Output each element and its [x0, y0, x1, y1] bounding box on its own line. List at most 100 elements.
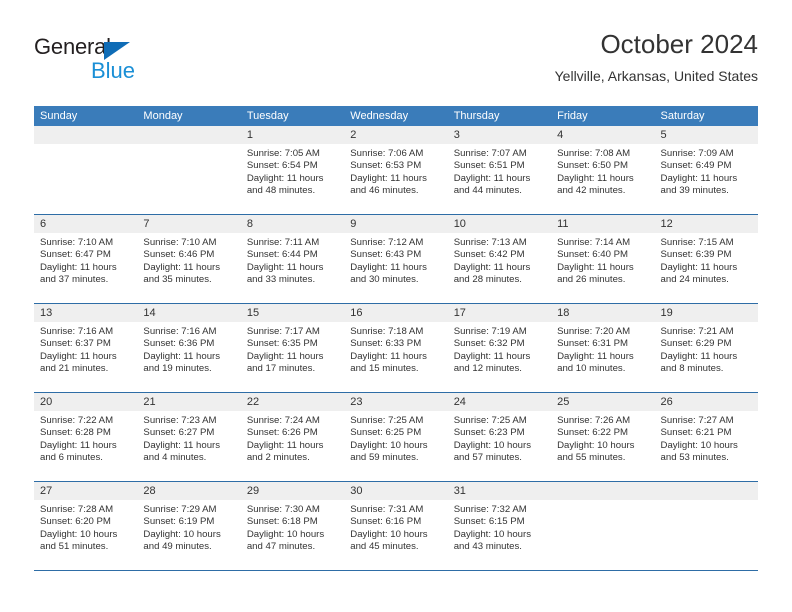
- daylight-text: and 33 minutes.: [246, 274, 316, 286]
- calendar-week-row: 13 14 15 16 17 18 19 Sunrise: 7:16 AM Sunset: 6:…: [34, 303, 758, 392]
- daylight-text: Daylight: 10 hours: [453, 528, 532, 540]
- day-cell[interactable]: Sunrise: 7:28 AM Sunset: 6:20 PM Daylight:…: [34, 500, 137, 570]
- day-cell[interactable]: Sunrise: 7:16 AM Sunset: 6:37 PM Daylight:…: [34, 322, 137, 392]
- sunset-text: Sunset: 6:43 PM: [350, 249, 422, 261]
- day-cell[interactable]: Sunrise: 7:07 AM Sunset: 6:51 PM Daylight:…: [448, 144, 551, 214]
- day-number[interactable]: 2: [344, 126, 447, 144]
- day-cell[interactable]: Sunrise: 7:25 AM Sunset: 6:25 PM Daylight:…: [344, 411, 447, 481]
- day-number[interactable]: 16: [344, 304, 447, 322]
- day-number[interactable]: 17: [448, 304, 551, 322]
- day-cell[interactable]: Sunrise: 7:29 AM Sunset: 6:19 PM Daylight:…: [137, 500, 240, 570]
- day-number[interactable]: 1: [241, 126, 344, 144]
- day-number[interactable]: 25: [551, 393, 654, 411]
- day-cell[interactable]: Sunrise: 7:30 AM Sunset: 6:18 PM Daylight:…: [241, 500, 344, 570]
- day-cell[interactable]: Sunrise: 7:24 AM Sunset: 6:26 PM Daylight:…: [241, 411, 344, 481]
- day-cell[interactable]: Sunrise: 7:18 AM Sunset: 6:33 PM Daylight:…: [344, 322, 447, 392]
- weekday-header-sunday: Sunday: [40, 110, 78, 122]
- sunrise-text: Sunrise: 7:29 AM: [143, 504, 217, 515]
- day-number[interactable]: 22: [241, 393, 344, 411]
- day-cell[interactable]: Sunrise: 7:27 AM Sunset: 6:21 PM Daylight:…: [655, 411, 758, 481]
- day-number[interactable]: 3: [448, 126, 551, 144]
- sunset-text: Sunset: 6:26 PM: [246, 427, 318, 439]
- daylight-text: Daylight: 11 hours: [660, 172, 738, 184]
- day-cell[interactable]: Sunrise: 7:31 AM Sunset: 6:16 PM Daylight:…: [344, 500, 447, 570]
- day-number[interactable]: 15: [241, 304, 344, 322]
- weekday-header-row: Sunday Monday Tuesday Wednesday Thursday Frid…: [34, 106, 758, 126]
- day-cell[interactable]: Sunrise: 7:08 AM Sunset: 6:50 PM Daylight:…: [551, 144, 654, 214]
- day-cell[interactable]: Sunrise: 7:06 AM Sunset: 6:53 PM Daylight:…: [344, 144, 447, 214]
- day-number[interactable]: 20: [34, 393, 137, 411]
- day-cell-empty: [34, 144, 137, 214]
- daylight-text: and 24 minutes.: [660, 274, 729, 286]
- general-blue-logo[interactable]: General Blue: [34, 34, 214, 90]
- day-number[interactable]: 29: [241, 482, 344, 500]
- day-number[interactable]: 26: [655, 393, 758, 411]
- calendar-week-row: 1 2 3 4 5 Sunrise: 7:05 AM Sunset: 6:54 PM Dayl…: [34, 126, 758, 214]
- day-number[interactable]: 9: [344, 215, 447, 233]
- day-number[interactable]: 18: [551, 304, 654, 322]
- day-cell[interactable]: Sunrise: 7:09 AM Sunset: 6:49 PM Daylight:…: [655, 144, 758, 214]
- sunrise-text: Sunrise: 7:30 AM: [246, 504, 320, 515]
- day-cell[interactable]: Sunrise: 7:17 AM Sunset: 6:35 PM Daylight:…: [241, 322, 344, 392]
- day-number[interactable]: 28: [137, 482, 240, 500]
- day-cell[interactable]: Sunrise: 7:14 AM Sunset: 6:40 PM Daylight:…: [551, 233, 654, 303]
- daylight-text: Daylight: 10 hours: [660, 439, 738, 451]
- day-number[interactable]: 10: [448, 215, 551, 233]
- page-title: October 2024: [600, 29, 758, 59]
- day-number[interactable]: 5: [655, 126, 758, 144]
- daylight-text: and 59 minutes.: [350, 452, 419, 464]
- day-number[interactable]: 14: [137, 304, 240, 322]
- sunset-text: Sunset: 6:32 PM: [453, 338, 525, 350]
- day-cell[interactable]: Sunrise: 7:15 AM Sunset: 6:39 PM Daylight:…: [655, 233, 758, 303]
- day-number[interactable]: 11: [551, 215, 654, 233]
- day-number[interactable]: 8: [241, 215, 344, 233]
- day-cell[interactable]: Sunrise: 7:16 AM Sunset: 6:36 PM Daylight:…: [137, 322, 240, 392]
- day-cell[interactable]: Sunrise: 7:25 AM Sunset: 6:23 PM Daylight:…: [448, 411, 551, 481]
- weekday-header-monday: Monday: [143, 110, 183, 122]
- day-cell[interactable]: Sunrise: 7:23 AM Sunset: 6:27 PM Daylight:…: [137, 411, 240, 481]
- sunset-text: Sunset: 6:19 PM: [143, 516, 215, 528]
- day-cell[interactable]: Sunrise: 7:10 AM Sunset: 6:47 PM Daylight:…: [34, 233, 137, 303]
- day-cell[interactable]: Sunrise: 7:11 AM Sunset: 6:44 PM Daylight:…: [241, 233, 344, 303]
- week-daynumber-band: 20 21 22 23 24 25 26: [34, 393, 758, 411]
- day-number[interactable]: 12: [655, 215, 758, 233]
- sunrise-text: Sunrise: 7:26 AM: [557, 415, 631, 426]
- sunset-text: Sunset: 6:37 PM: [40, 338, 111, 350]
- daylight-text: Daylight: 11 hours: [350, 172, 427, 184]
- daylight-text: and 4 minutes.: [143, 452, 207, 464]
- day-number[interactable]: 13: [34, 304, 137, 322]
- day-number[interactable]: 4: [551, 126, 654, 144]
- daylight-text: and 46 minutes.: [350, 185, 419, 197]
- daylight-text: and 49 minutes.: [143, 541, 212, 553]
- sunrise-text: Sunrise: 7:12 AM: [350, 237, 424, 248]
- sunset-text: Sunset: 6:47 PM: [40, 249, 111, 261]
- week-daynumber-band: 13 14 15 16 17 18 19: [34, 304, 758, 322]
- day-cell[interactable]: Sunrise: 7:21 AM Sunset: 6:29 PM Daylight:…: [655, 322, 758, 392]
- day-number[interactable]: 19: [655, 304, 758, 322]
- day-cell[interactable]: Sunrise: 7:12 AM Sunset: 6:43 PM Daylight:…: [344, 233, 447, 303]
- day-cell[interactable]: Sunrise: 7:20 AM Sunset: 6:31 PM Daylight:…: [551, 322, 654, 392]
- day-number[interactable]: 27: [34, 482, 137, 500]
- day-cell[interactable]: Sunrise: 7:26 AM Sunset: 6:22 PM Daylight:…: [551, 411, 654, 481]
- day-number[interactable]: 30: [344, 482, 447, 500]
- daylight-text: Daylight: 10 hours: [246, 528, 325, 540]
- sunset-text: Sunset: 6:15 PM: [453, 516, 525, 528]
- day-cell[interactable]: Sunrise: 7:13 AM Sunset: 6:42 PM Daylight:…: [448, 233, 551, 303]
- day-number[interactable]: 31: [448, 482, 551, 500]
- sunrise-text: Sunrise: 7:28 AM: [40, 504, 114, 515]
- day-cell[interactable]: Sunrise: 7:19 AM Sunset: 6:32 PM Daylight:…: [448, 322, 551, 392]
- day-cell[interactable]: Sunrise: 7:05 AM Sunset: 6:54 PM Daylight:…: [241, 144, 344, 214]
- day-number[interactable]: 24: [448, 393, 551, 411]
- day-number[interactable]: 23: [344, 393, 447, 411]
- day-number[interactable]: 7: [137, 215, 240, 233]
- daylight-text: Daylight: 11 hours: [660, 261, 738, 273]
- week-daynumber-band: 27 28 29 30 31: [34, 482, 758, 500]
- daylight-text: Daylight: 11 hours: [557, 172, 634, 184]
- day-number[interactable]: 6: [34, 215, 137, 233]
- sunrise-text: Sunrise: 7:10 AM: [40, 237, 114, 248]
- day-cell-empty: [655, 500, 758, 570]
- day-cell[interactable]: Sunrise: 7:22 AM Sunset: 6:28 PM Daylight:…: [34, 411, 137, 481]
- day-cell[interactable]: Sunrise: 7:10 AM Sunset: 6:46 PM Daylight:…: [137, 233, 240, 303]
- day-number[interactable]: 21: [137, 393, 240, 411]
- day-cell[interactable]: Sunrise: 7:32 AM Sunset: 6:15 PM Daylight:…: [448, 500, 551, 570]
